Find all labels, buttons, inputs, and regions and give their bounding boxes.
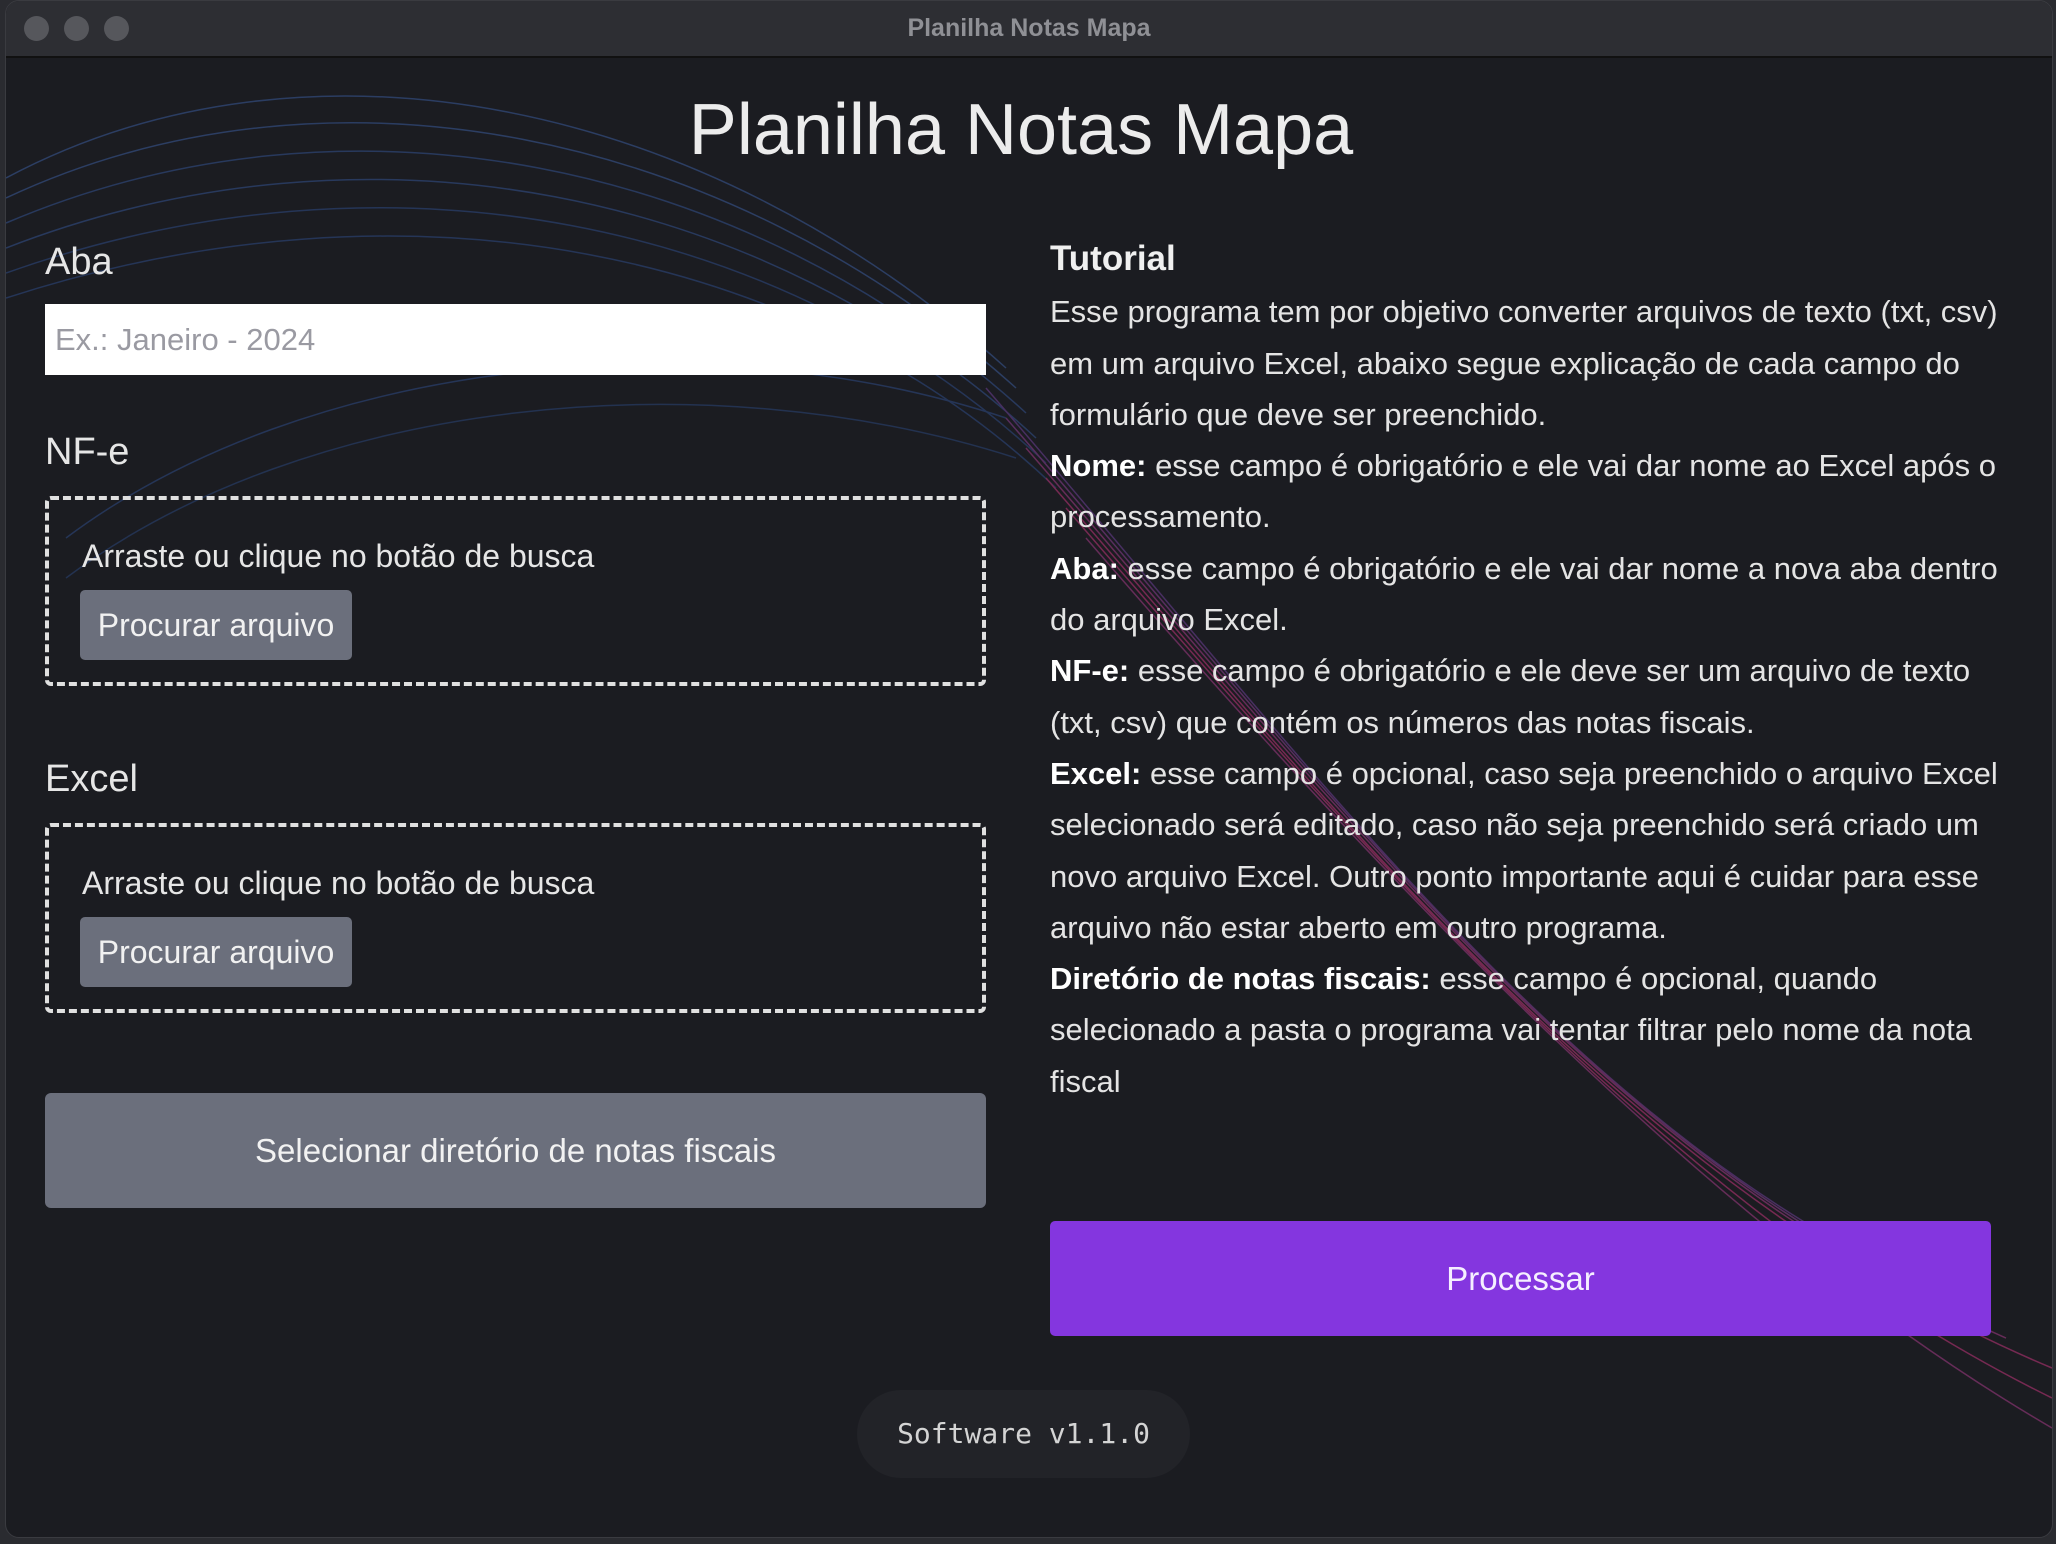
- tutorial-title: Tutorial: [1050, 239, 1176, 278]
- nfe-browse-button[interactable]: Procurar arquivo: [80, 590, 352, 660]
- aba-label: Aba: [45, 241, 113, 283]
- tutorial-item: Diretório de notas fiscais: esse campo é…: [1050, 953, 2000, 1107]
- excel-browse-button[interactable]: Procurar arquivo: [80, 917, 352, 987]
- tutorial-term: Diretório de notas fiscais:: [1050, 961, 1431, 997]
- nfe-dropzone[interactable]: Arraste ou clique no botão de busca Proc…: [45, 496, 986, 686]
- tutorial-term: Aba:: [1050, 550, 1119, 586]
- aba-input[interactable]: [45, 304, 986, 375]
- tutorial-text: esse campo é obrigatório e ele vai dar n…: [1050, 448, 1997, 535]
- tutorial-item: Excel: esse campo é opcional, caso seja …: [1050, 748, 2000, 953]
- app-title: Planilha Notas Mapa: [688, 90, 1354, 170]
- window-title: Planilha Notas Mapa: [907, 14, 1151, 42]
- app-window: Planilha Notas Mapa Planilha Notas Mapa …: [5, 0, 2053, 1538]
- tutorial-term: Nome:: [1050, 448, 1147, 484]
- nfe-label: NF-e: [45, 431, 130, 473]
- tutorial-text: esse campo é obrigatório e ele vai dar n…: [1050, 550, 1998, 638]
- tutorial-panel: Tutorial Esse programa tem por objetivo …: [1050, 233, 2000, 1107]
- nfe-dropzone-hint: Arraste ou clique no botão de busca: [82, 538, 595, 574]
- tutorial-item: Nome: esse campo é obrigatório e ele vai…: [1050, 440, 2000, 543]
- tutorial-intro: Esse programa tem por objetivo converter…: [1050, 294, 1998, 432]
- tutorial-term: Excel:: [1050, 755, 1142, 791]
- select-directory-button[interactable]: Selecionar diretório de notas fiscais: [45, 1093, 986, 1208]
- tutorial-item: Aba: esse campo é obrigatório e ele vai …: [1050, 543, 2000, 646]
- excel-label: Excel: [45, 758, 138, 800]
- excel-dropzone-hint: Arraste ou clique no botão de busca: [82, 865, 595, 901]
- tutorial-term: NF-e:: [1050, 653, 1130, 689]
- tutorial-text: esse campo é opcional, caso seja preench…: [1050, 755, 1998, 945]
- process-button[interactable]: Processar: [1050, 1221, 1991, 1336]
- title-bar: Planilha Notas Mapa: [6, 1, 2052, 58]
- excel-dropzone[interactable]: Arraste ou clique no botão de busca Proc…: [45, 823, 986, 1013]
- tutorial-text: esse campo é obrigatório e ele deve ser …: [1050, 653, 1971, 740]
- tutorial-item: NF-e: esse campo é obrigatório e ele dev…: [1050, 645, 2000, 748]
- version-badge: Software v1.1.0: [857, 1390, 1190, 1478]
